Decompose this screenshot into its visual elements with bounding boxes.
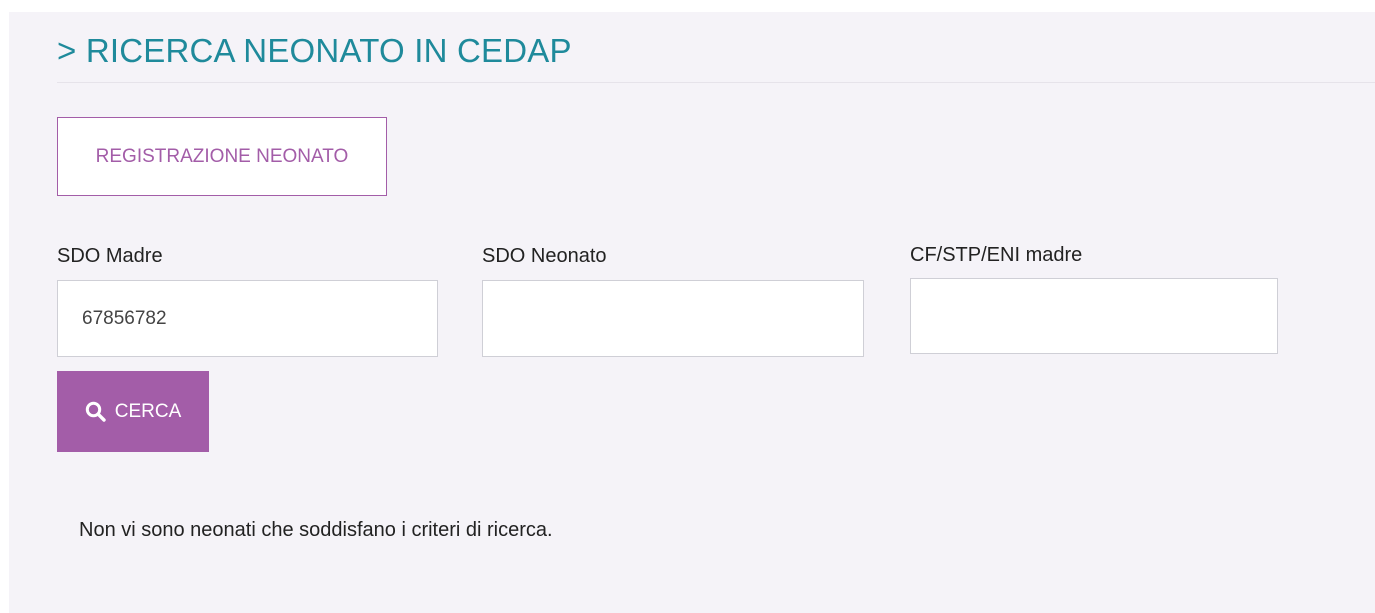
title-divider — [57, 82, 1375, 83]
sdo-neonato-input[interactable] — [482, 280, 864, 357]
page-title: > RICERCA NEONATO IN CEDAP — [57, 32, 572, 69]
search-panel: > RICERCA NEONATO IN CEDAP REGISTRAZIONE… — [9, 12, 1375, 613]
sdo-neonato-label: SDO Neonato — [482, 245, 607, 267]
cf-stp-eni-madre-input[interactable] — [910, 278, 1278, 354]
sdo-madre-input[interactable] — [57, 280, 438, 357]
register-newborn-button[interactable]: REGISTRAZIONE NEONATO — [57, 117, 387, 196]
search-button-label: CERCA — [114, 400, 182, 422]
sdo-madre-label: SDO Madre — [57, 245, 163, 267]
cf-stp-eni-madre-label: CF/STP/ENI madre — [910, 244, 1083, 266]
search-icon — [85, 401, 106, 422]
no-results-message: Non vi sono neonati che soddisfano i cri… — [79, 519, 553, 541]
search-button[interactable]: CERCA — [57, 371, 209, 452]
